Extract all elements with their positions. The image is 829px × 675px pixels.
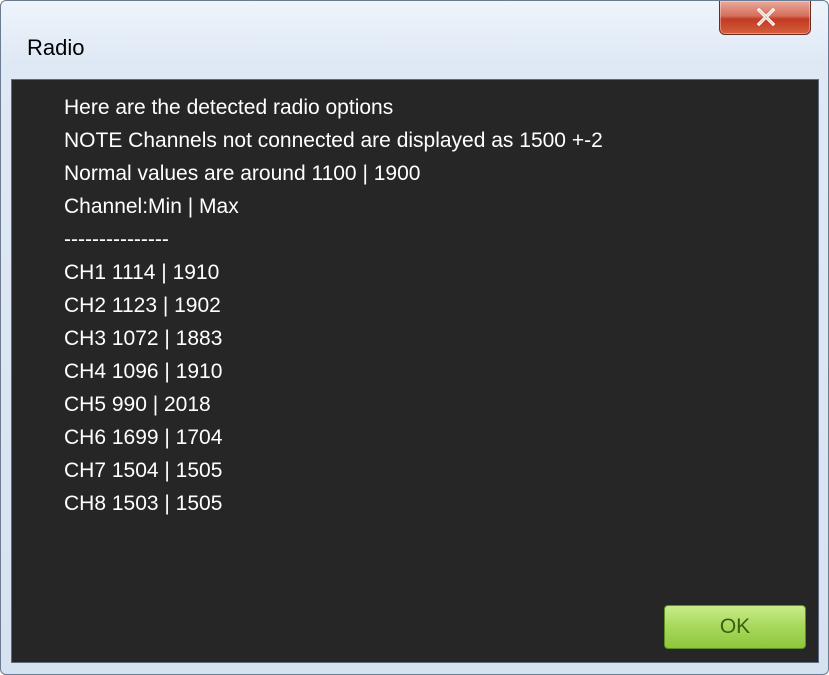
message-line: NOTE Channels not connected are displaye…	[64, 129, 603, 152]
channel-line: CH6 1699 | 1704	[64, 426, 223, 449]
message-line: Here are the detected radio options	[64, 96, 394, 119]
separator-line: ---------------	[64, 228, 169, 251]
title-bar[interactable]: Radio	[1, 1, 828, 79]
window-title: Radio	[27, 35, 85, 60]
channel-line: CH4 1096 | 1910	[64, 360, 223, 383]
message-line: Channel:Min | Max	[64, 195, 239, 218]
message-line: Normal values are around 1100 | 1900	[64, 162, 421, 185]
channel-line: CH3 1072 | 1883	[64, 327, 223, 350]
channel-line: CH2 1123 | 1902	[64, 294, 221, 317]
channel-line: CH1 1114 | 1910	[64, 261, 220, 284]
channel-line: CH8 1503 | 1505	[64, 492, 223, 515]
close-button[interactable]	[719, 1, 811, 35]
radio-dialog-window: Radio Here are the detected radio option…	[0, 0, 829, 675]
channel-line: CH5 990 | 2018	[64, 393, 211, 416]
ok-button[interactable]: OK	[664, 605, 806, 649]
channel-line: CH7 1504 | 1505	[64, 459, 223, 482]
message-panel: Here are the detected radio options NOTE…	[11, 79, 819, 663]
close-icon	[756, 7, 776, 27]
